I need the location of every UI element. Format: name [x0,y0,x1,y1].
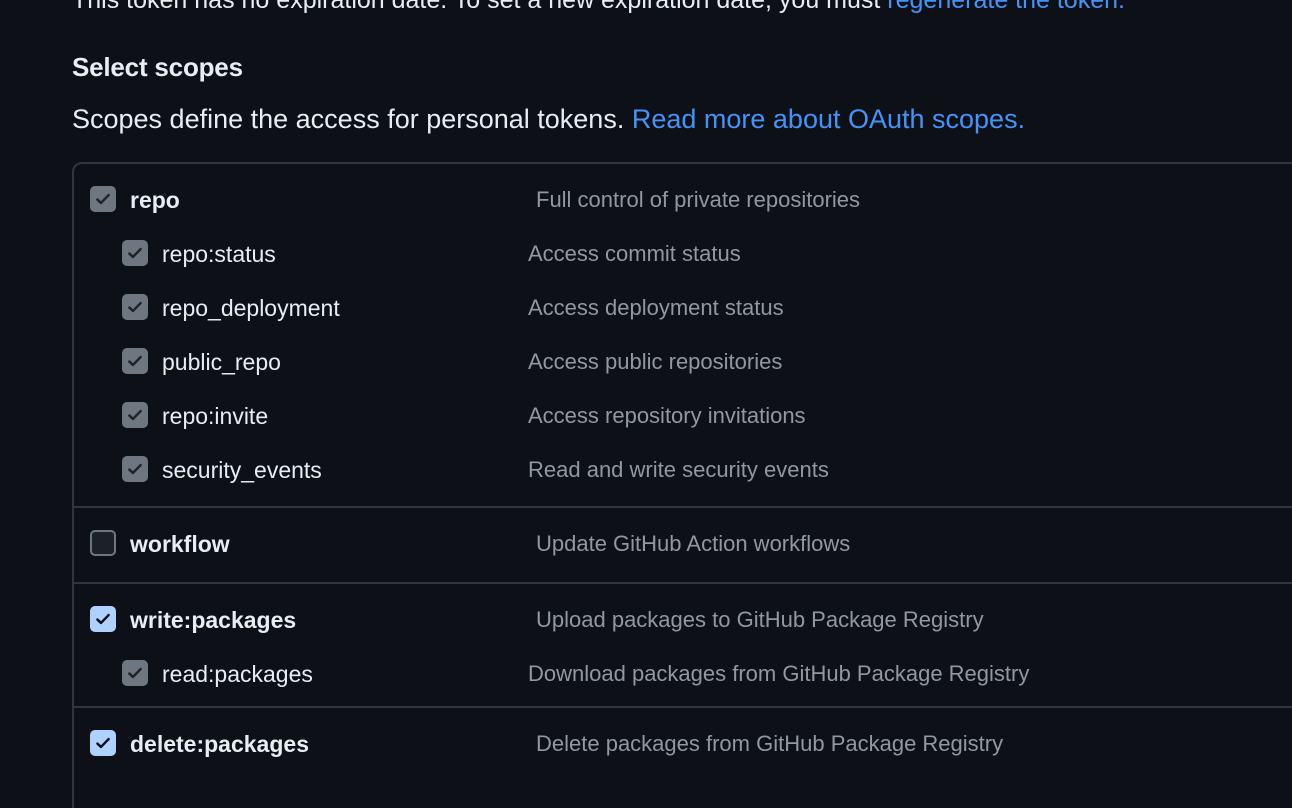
section-description: Scopes define the access for personal to… [72,104,1025,135]
scope-checkbox-workflow[interactable] [90,530,116,556]
check-icon [128,409,142,421]
scope-name: workflow [130,531,230,557]
expiration-note: This token has no expiration date. To se… [72,0,1125,15]
scope-checkbox-repo-invite[interactable] [122,402,148,428]
scope-checkbox-repo-status[interactable] [122,240,148,266]
scope-description: Read and write security events [528,457,829,482]
scope-name: security_events [162,457,322,483]
scope-name: read:packages [162,661,313,687]
scope-row-public-repo[interactable]: public_repo Access public repositories [74,326,1292,380]
scope-row-repo-deployment[interactable]: repo_deployment Access deployment status [74,272,1292,326]
scope-description: Access deployment status [528,295,784,320]
scope-description: Access repository invitations [528,403,806,428]
check-icon [96,737,110,749]
scope-group-delete-packages: delete:packages Delete packages from Git… [74,708,1292,784]
section-title: Select scopes [72,52,243,82]
scope-row-write-packages[interactable]: write:packages Upload packages to GitHub… [74,584,1292,638]
scope-checkbox-security-events[interactable] [122,456,148,482]
scope-description: Download packages from GitHub Package Re… [528,661,1030,686]
scope-row-delete-packages[interactable]: delete:packages Delete packages from Git… [74,708,1292,762]
check-icon [128,301,142,313]
scopes-list: repo Full control of private repositorie… [72,162,1292,808]
scope-description: Full control of private repositories [536,187,861,212]
scope-description: Upload packages to GitHub Package Regist… [536,607,984,632]
section-description-text: Scopes define the access for personal to… [72,104,625,134]
check-icon [128,355,142,367]
scope-checkbox-public-repo[interactable] [122,348,148,374]
check-icon [128,667,142,679]
scope-group-write-packages: write:packages Upload packages to GitHub… [74,584,1292,708]
scope-checkbox-repo-deployment[interactable] [122,294,148,320]
scope-description: Delete packages from GitHub Package Regi… [536,731,1004,756]
check-icon [96,613,110,625]
scope-description: Access public repositories [528,349,783,374]
expiration-note-text: This token has no expiration date. To se… [72,0,888,14]
scope-checkbox-write-packages[interactable] [90,606,116,632]
check-icon [128,463,142,475]
scope-row-workflow[interactable]: workflow Update GitHub Action workflows [74,508,1292,562]
scope-description: Update GitHub Action workflows [536,531,851,556]
scope-name: repo_deployment [162,295,340,321]
regenerate-token-link[interactable]: regenerate the token. [887,0,1125,14]
check-icon [96,193,110,205]
scope-group-workflow: workflow Update GitHub Action workflows [74,508,1292,584]
scope-group-repo: repo Full control of private repositorie… [74,164,1292,508]
check-icon [128,247,142,259]
scope-row-repo-invite[interactable]: repo:invite Access repository invitation… [74,380,1292,434]
scope-row-repo[interactable]: repo Full control of private repositorie… [74,164,1292,218]
scope-name: repo:status [162,241,276,267]
scope-checkbox-repo[interactable] [90,186,116,212]
scope-name: write:packages [130,607,297,633]
scope-name: public_repo [162,349,281,375]
scope-description: Access commit status [528,241,741,266]
oauth-scopes-link[interactable]: Read more about OAuth scopes. [632,104,1025,134]
token-settings-page: This token has no expiration date. To se… [0,0,1292,808]
scope-checkbox-delete-packages[interactable] [90,730,116,756]
scope-name: delete:packages [130,731,309,757]
scope-checkbox-read-packages[interactable] [122,660,148,686]
scope-row-read-packages[interactable]: read:packages Download packages from Git… [74,638,1292,692]
scope-name: repo:invite [162,403,269,429]
scope-row-security-events[interactable]: security_events Read and write security … [74,434,1292,488]
scope-row-repo-status[interactable]: repo:status Access commit status [74,218,1292,272]
scope-name: repo [130,187,180,213]
